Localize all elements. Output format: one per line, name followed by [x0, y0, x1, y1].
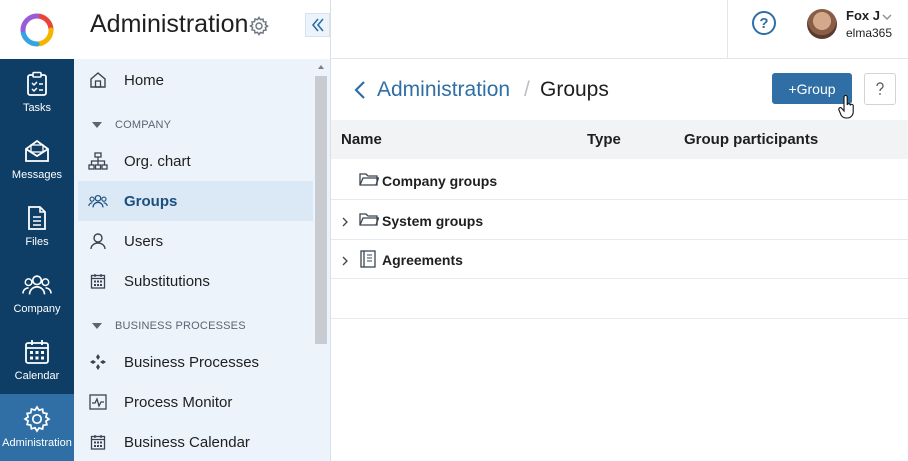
table-row[interactable]: Agreements: [331, 239, 908, 279]
sidebar-item-label: Users: [124, 232, 164, 250]
folder-icon: [359, 211, 380, 229]
settings-gear-icon[interactable]: [249, 16, 269, 36]
question-mark-icon: [876, 82, 884, 95]
section-company[interactable]: COMPANY: [92, 119, 171, 131]
process-icon: [88, 352, 108, 372]
people-icon: [22, 270, 52, 300]
column-header-type[interactable]: Type: [587, 131, 621, 148]
section-business-processes[interactable]: BUSINESS PROCESSES: [92, 320, 246, 332]
user-name[interactable]: Fox J: [846, 8, 880, 23]
app-rail: Tasks Messages Files Company Calendar Ad…: [0, 0, 74, 461]
chevron-down-icon[interactable]: [882, 9, 892, 20]
sidebar-item-label: Business Calendar: [124, 433, 250, 451]
collapse-sidebar-button[interactable]: [305, 13, 330, 37]
clipboard-icon: [22, 69, 52, 99]
envelope-icon: [22, 136, 52, 166]
empty-row: [331, 279, 908, 319]
logo-icon: [20, 13, 54, 46]
sidebar-item-label: Home: [124, 71, 165, 89]
calendar-icon: [88, 432, 108, 452]
sidebar-item-label: Business Processes: [124, 353, 260, 371]
section-label: COMPANY: [115, 119, 172, 131]
gear-icon: [22, 404, 52, 434]
sidebar-item-process-monitor[interactable]: Process Monitor: [78, 382, 313, 422]
row-label[interactable]: System groups: [382, 213, 483, 229]
help-icon[interactable]: ?: [752, 11, 776, 35]
sidebar-item-label: Substitutions: [124, 272, 210, 290]
breadcrumb-administration[interactable]: Administration: [377, 78, 510, 102]
page-title: Groups: [540, 78, 609, 101]
help-button[interactable]: [864, 73, 896, 105]
rail-item-company[interactable]: Company: [0, 260, 74, 327]
group-icon: [88, 191, 108, 211]
calendar-icon: [22, 337, 52, 367]
chevron-right-icon[interactable]: [341, 253, 349, 266]
sidebar-scroll-thumb[interactable]: [315, 76, 327, 344]
rail-item-messages[interactable]: Messages: [0, 126, 74, 193]
table-row[interactable]: System groups: [331, 200, 908, 240]
sidebar-item-label: Org. chart: [124, 152, 191, 170]
file-icon: [22, 203, 52, 233]
sidebar-item-label: Groups: [124, 192, 178, 210]
book-icon: [359, 250, 379, 268]
sidebar-title: Administration: [90, 10, 249, 38]
column-header-participants[interactable]: Group participants: [684, 131, 818, 148]
app-logo[interactable]: [0, 0, 74, 59]
rail-item-files[interactable]: Files: [0, 193, 74, 260]
home-icon: [88, 70, 108, 90]
sidebar-item-label: Process Monitor: [124, 393, 233, 411]
row-label[interactable]: Company groups: [382, 173, 497, 189]
user-icon: [88, 231, 108, 251]
avatar[interactable]: [807, 9, 837, 39]
table-row[interactable]: Company groups: [331, 160, 908, 200]
triangle-down-icon: [92, 122, 102, 128]
triangle-down-icon: [92, 323, 102, 329]
sidebar-item-substitutions[interactable]: Substitutions: [78, 261, 313, 301]
org-chart-icon: [88, 151, 108, 171]
section-label: BUSINESS PROCESSES: [115, 320, 246, 332]
rail-label: Calendar: [14, 370, 60, 382]
hand-cursor-icon: [838, 94, 856, 119]
sidebar-item-business-calendar[interactable]: Business Calendar: [78, 422, 313, 461]
rail-label: Messages: [11, 169, 63, 181]
sidebar-header: Administration: [74, 0, 330, 59]
back-chevron-icon[interactable]: [352, 79, 368, 101]
rail-label: Files: [25, 236, 49, 248]
rail-item-administration[interactable]: Administration: [0, 394, 74, 461]
table-header: Name Type Group participants: [331, 120, 908, 159]
sidebar-item-home[interactable]: Home: [78, 60, 313, 100]
scroll-up-arrow-icon[interactable]: [318, 65, 324, 69]
rail-label: Tasks: [22, 102, 52, 114]
sidebar-item-business-processes[interactable]: Business Processes: [78, 342, 313, 382]
breadcrumb-separator: /: [524, 78, 530, 101]
monitor-icon: [88, 392, 108, 412]
double-chevron-left-icon: [311, 18, 324, 32]
calendar-icon: [88, 271, 108, 291]
rail-label: Company: [13, 303, 61, 315]
rail-item-tasks[interactable]: Tasks: [0, 59, 74, 126]
divider: [727, 0, 728, 58]
top-bar: ? Fox J elma365: [331, 0, 908, 59]
sidebar-item-users[interactable]: Users: [78, 221, 313, 261]
chevron-right-icon[interactable]: [341, 214, 349, 227]
row-label[interactable]: Agreements: [382, 252, 463, 268]
user-org: elma365: [846, 26, 893, 40]
folder-icon: [359, 171, 380, 189]
admin-sidebar: Administration Home COMPANY Org. chart G…: [74, 0, 331, 461]
rail-label: Administration: [2, 437, 72, 449]
rail-item-calendar[interactable]: Calendar: [0, 327, 74, 394]
column-header-name[interactable]: Name: [341, 131, 382, 148]
sidebar-item-org-chart[interactable]: Org. chart: [78, 141, 313, 181]
sidebar-item-groups[interactable]: Groups: [78, 181, 313, 221]
